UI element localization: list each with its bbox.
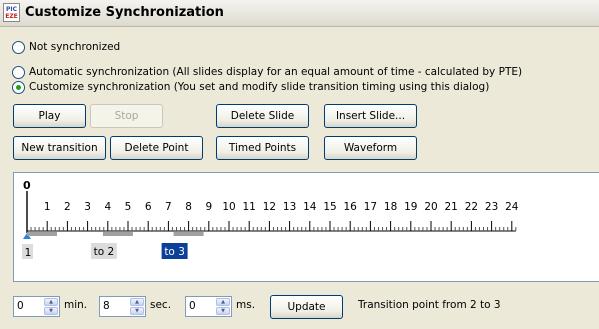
delete-point-button[interactable]: Delete Point (110, 136, 203, 160)
slide-start-label: 1 (25, 247, 32, 259)
waveform-button[interactable]: Waveform (324, 136, 417, 160)
milliseconds-spinner[interactable]: 0 ▲ ▼ (185, 296, 232, 317)
option-label: Automatic synchronization (All slides di… (29, 66, 523, 78)
new-transition-button[interactable]: New transition (13, 136, 106, 160)
timeline-tick-label: 17 (364, 201, 377, 213)
timeline-tick-label: 2 (64, 201, 71, 213)
app-icon-top-text: PIC (5, 6, 18, 13)
option-custom-sync[interactable]: Customize synchronization (You set and m… (12, 80, 489, 94)
timeline-panel[interactable]: 0 1 2 3 4 5 6 7 8 9 10 11 12 13 14 15 16 17 18 19 20 21 22 23 24… (13, 172, 599, 282)
milliseconds-down-arrow-icon[interactable]: ▼ (216, 307, 230, 315)
timeline-tick-label: 8 (185, 201, 192, 213)
seconds-unit-label: sec. (150, 299, 172, 311)
delete-slide-button[interactable]: Delete Slide (216, 104, 309, 128)
timeline-tick-label: 6 (145, 201, 152, 213)
update-button[interactable]: Update (270, 295, 343, 319)
timeline-tick-label: 4 (104, 201, 111, 213)
timeline-tick-label: 22 (465, 201, 478, 213)
timeline-tick-label: 15 (323, 201, 336, 213)
seconds-down-arrow-icon[interactable]: ▼ (130, 307, 144, 315)
timeline-tick-label: 9 (205, 201, 212, 213)
radio-custom-sync[interactable] (12, 80, 25, 94)
title-bar: PIC EZE Customize Synchronization (0, 0, 599, 27)
timeline-tick-label: 18 (384, 201, 397, 213)
timeline-tick-label: 24 (505, 201, 519, 213)
transition-status-text: Transition point from 2 to 3 (358, 299, 501, 311)
play-button[interactable]: Play (13, 104, 86, 128)
timeline-tick-label: 13 (283, 201, 296, 213)
insert-slide-button[interactable]: Insert Slide... (324, 104, 417, 128)
transition-bar (173, 232, 204, 236)
timeline-cursor-label: 0 (23, 179, 31, 192)
milliseconds-unit-label: ms. (236, 299, 256, 311)
timeline-ruler[interactable]: 01 2 3 4 5 6 7 8 9 10 11 12 13 14 15 16 17 18 19 20 21 22 23 24… (14, 173, 599, 282)
timeline-tick-label: 20 (424, 201, 437, 213)
app-icon: PIC EZE (3, 3, 20, 22)
option-label: Customize synchronization (You set and m… (29, 81, 490, 93)
minutes-value[interactable]: 0 (17, 300, 24, 312)
option-not-synchronized[interactable]: Not synchronized (12, 40, 120, 54)
seconds-up-arrow-icon[interactable]: ▲ (130, 298, 144, 306)
timeline-tick-label: 12 (263, 201, 276, 213)
timeline-tick-label: 16 (344, 201, 358, 213)
transition-bar (102, 232, 133, 236)
timeline-tick-label: 11 (243, 201, 256, 213)
timeline-tick-label: 1 (44, 201, 51, 213)
minutes-unit-label: min. (64, 299, 88, 311)
timeline-tick-label: 21 (445, 201, 458, 213)
app-icon-bottom-text: EZE (5, 13, 18, 20)
timeline-tick-label: 14 (303, 201, 317, 213)
stop-button[interactable]: Stop (90, 104, 163, 128)
timeline-tick-label: 7 (165, 201, 172, 213)
milliseconds-value[interactable]: 0 (189, 300, 196, 312)
radio-automatic-sync[interactable] (12, 65, 25, 79)
option-label: Not synchronized (29, 41, 121, 53)
seconds-spinner[interactable]: 8 ▲ ▼ (99, 296, 146, 317)
slide-segment-bar (27, 232, 57, 236)
radio-not-synchronized[interactable] (12, 40, 25, 54)
minutes-up-arrow-icon[interactable]: ▲ (44, 298, 58, 306)
timeline-tick-label: 23 (485, 201, 498, 213)
timeline-tick-label: 10 (222, 201, 235, 213)
milliseconds-up-arrow-icon[interactable]: ▲ (216, 298, 230, 306)
minutes-spinner[interactable]: 0 ▲ ▼ (13, 296, 60, 317)
minutes-down-arrow-icon[interactable]: ▼ (44, 307, 58, 315)
timeline-tick-label: 5 (125, 201, 132, 213)
timeline-tick-label: 19 (404, 201, 417, 213)
transition-marker-label: to 3 (164, 246, 185, 258)
window-title: Customize Synchronization (25, 5, 224, 20)
transition-marker-label: to 2 (94, 246, 115, 258)
timeline-tick-label: 3 (84, 201, 91, 213)
timed-points-button[interactable]: Timed Points (216, 136, 309, 160)
seconds-value[interactable]: 8 (103, 300, 110, 312)
option-automatic-sync[interactable]: Automatic synchronization (All slides di… (12, 65, 522, 79)
